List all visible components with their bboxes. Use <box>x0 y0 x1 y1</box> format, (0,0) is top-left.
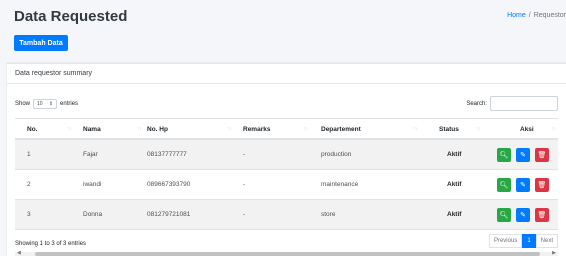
entries-length-control: Show 10 ⇕ entries <box>15 99 78 109</box>
entries-label: entries <box>60 101 79 107</box>
edit-icon: ✎ <box>520 182 526 189</box>
table-row: 2 iwandi 089667393790 - maintenance Akti… <box>15 170 558 200</box>
breadcrumb-separator: / <box>528 12 531 19</box>
sort-icon[interactable]: ↑↓ <box>137 126 142 132</box>
view-button[interactable]: 🔍︎ <box>497 178 511 192</box>
column-header-departement[interactable]: Departement <box>321 126 361 133</box>
column-header-nama[interactable]: Nama <box>83 126 101 133</box>
cell-no: 1 <box>27 151 31 158</box>
edit-button[interactable]: ✎ <box>516 148 530 162</box>
previous-page-button[interactable]: Previous <box>488 234 523 248</box>
page-1-button[interactable]: 1 <box>522 234 536 248</box>
sort-icon[interactable]: ↑↓ <box>227 126 232 132</box>
trash-icon: 🗑︎ <box>537 182 547 189</box>
cell-no: 3 <box>27 211 31 218</box>
breadcrumb-home-link[interactable]: Home <box>507 12 526 19</box>
cell-no-hp: 08137777777 <box>147 151 187 158</box>
cell-nama: iwandi <box>83 181 102 188</box>
scroll-right-icon[interactable]: ▶ <box>552 250 556 256</box>
sort-icon[interactable]: ↑↓ <box>551 126 556 132</box>
show-label: Show <box>15 101 31 107</box>
edit-icon: ✎ <box>520 212 526 219</box>
cell-status: Aktif <box>447 181 462 188</box>
sort-icon[interactable]: ↑↓ <box>303 126 308 132</box>
sort-icon[interactable]: ↑↓ <box>413 126 418 132</box>
trash-icon: 🗑︎ <box>537 152 547 159</box>
cell-no-hp: 081279721081 <box>147 211 191 218</box>
column-header-no[interactable]: No. <box>27 126 37 133</box>
view-button[interactable]: 🔍︎ <box>497 148 511 162</box>
cell-status: Aktif <box>447 211 462 218</box>
scrollbar-thumb[interactable] <box>35 252 540 256</box>
column-header-status[interactable]: Status <box>439 126 459 133</box>
add-data-button[interactable]: Tambah Data <box>14 35 68 51</box>
table-header: No. ↑↓ Nama ↑↓ No. Hp ↑↓ Remarks ↑↓ Depa… <box>15 118 558 140</box>
edit-button[interactable]: ✎ <box>516 208 530 222</box>
page-header: Data Requested Home / Requestor <box>14 8 566 30</box>
search-control: Search: <box>466 96 558 111</box>
breadcrumb-current: Requestor <box>533 12 566 19</box>
table-row: 3 Donna 081279721081 - store Aktif 🔍︎ ✎ … <box>15 200 558 230</box>
table-row: 1 Fajar 08137777777 - production Aktif 🔍… <box>15 140 558 170</box>
view-button[interactable]: 🔍︎ <box>497 208 511 222</box>
search-icon: 🔍︎ <box>499 212 509 219</box>
search-icon: 🔍︎ <box>499 152 509 159</box>
entries-select[interactable]: 10 ⇕ <box>33 99 58 109</box>
search-input[interactable] <box>490 96 558 111</box>
requestor-table: No. ↑↓ Nama ↑↓ No. Hp ↑↓ Remarks ↑↓ Depa… <box>15 118 558 230</box>
cell-departement: store <box>321 211 336 218</box>
card-title: Data requestor summary <box>7 64 566 84</box>
trash-icon: 🗑︎ <box>537 212 547 219</box>
breadcrumb: Home / Requestor <box>507 12 566 19</box>
sort-icon[interactable]: ↑↓ <box>476 126 481 132</box>
select-arrows-icon: ⇕ <box>48 101 54 107</box>
delete-button[interactable]: 🗑︎ <box>535 178 549 192</box>
cell-nama: Fajar <box>83 151 98 158</box>
cell-remarks: - <box>243 211 246 218</box>
cell-departement: maintenance <box>321 181 359 188</box>
pagination: Previous 1 Next <box>488 234 558 248</box>
column-header-remarks[interactable]: Remarks <box>243 126 270 133</box>
horizontal-scrollbar[interactable]: ◀ ▶ <box>15 250 558 256</box>
cell-no-hp: 089667393790 <box>147 181 191 188</box>
cell-status: Aktif <box>447 151 462 158</box>
delete-button[interactable]: 🗑︎ <box>535 148 549 162</box>
edit-icon: ✎ <box>520 152 526 159</box>
delete-button[interactable]: 🗑︎ <box>535 208 549 222</box>
edit-button[interactable]: ✎ <box>516 178 530 192</box>
search-icon: 🔍︎ <box>499 182 509 189</box>
table-controls: Show 10 ⇕ entries Search: <box>15 96 558 112</box>
search-label: Search: <box>466 100 487 107</box>
cell-departement: production <box>321 151 352 158</box>
cell-no: 2 <box>27 181 31 188</box>
column-header-aksi: Aksi <box>520 126 534 133</box>
cell-nama: Donna <box>83 211 103 218</box>
next-page-button[interactable]: Next <box>535 234 558 248</box>
page-title: Data Requested <box>14 8 128 25</box>
scroll-left-icon[interactable]: ◀ <box>17 250 21 256</box>
cell-remarks: - <box>243 151 246 158</box>
requestor-card: Data requestor summary Show 10 ⇕ entries… <box>7 63 566 256</box>
column-header-no-hp[interactable]: No. Hp <box>147 126 168 133</box>
sort-icon[interactable]: ↑↓ <box>67 126 72 132</box>
cell-remarks: - <box>243 181 246 188</box>
table-info: Showing 1 to 3 of 3 entries <box>15 241 87 247</box>
entries-select-value: 10 <box>37 101 43 107</box>
